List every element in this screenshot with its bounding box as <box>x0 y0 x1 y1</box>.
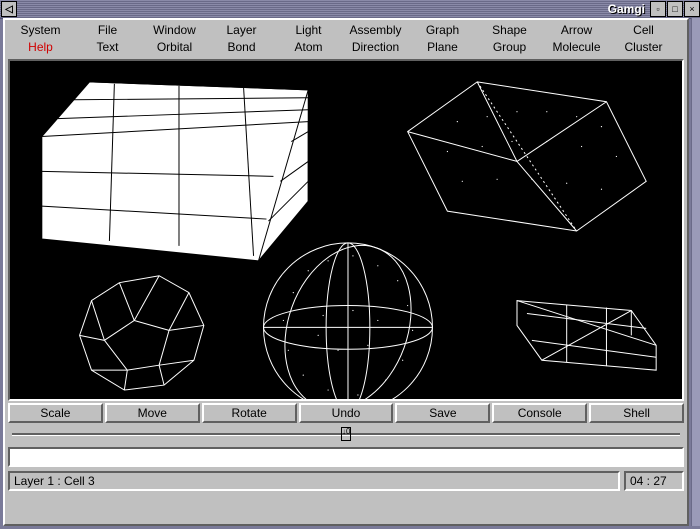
window-titlebar: ◁ Gamgi ▫ □ × <box>0 0 700 19</box>
minimize-button[interactable]: ▫ <box>650 1 666 17</box>
desktop-panel-strip <box>691 18 700 526</box>
command-row <box>8 447 684 467</box>
tool-rotate[interactable]: Rotate <box>202 403 297 423</box>
menu-bar: System File Window Layer Light Assembly … <box>5 20 687 58</box>
menu-atom[interactable]: Atom <box>275 39 342 56</box>
menu-system[interactable]: System <box>7 22 74 39</box>
maximize-button[interactable]: □ <box>667 1 683 17</box>
close-button[interactable]: × <box>684 1 700 17</box>
tool-undo[interactable]: Undo <box>299 403 394 423</box>
window-title: Gamgi <box>608 2 649 16</box>
menu-shape[interactable]: Shape <box>476 22 543 39</box>
desktop: ◁ Gamgi ▫ □ × System File Window Layer L… <box>0 0 700 529</box>
tool-row: Scale Move Rotate Undo Save Console Shel… <box>8 403 684 423</box>
value-slider[interactable]: ↓0 <box>8 425 684 443</box>
main-window: System File Window Layer Light Assembly … <box>3 18 689 526</box>
status-right: 04 : 27 <box>624 471 684 491</box>
tool-console[interactable]: Console <box>492 403 587 423</box>
status-left: Layer 1 : Cell 3 <box>8 471 620 491</box>
shape-cuboid-white <box>42 82 308 261</box>
command-input[interactable] <box>8 447 684 467</box>
menu-text[interactable]: Text <box>74 39 141 56</box>
menu-file[interactable]: File <box>74 22 141 39</box>
menu-cluster[interactable]: Cluster <box>610 39 677 56</box>
tool-save[interactable]: Save <box>395 403 490 423</box>
menu-bond[interactable]: Bond <box>208 39 275 56</box>
menu-graph[interactable]: Graph <box>409 22 476 39</box>
menu-group[interactable]: Group <box>476 39 543 56</box>
menu-assembly[interactable]: Assembly <box>342 22 409 39</box>
window-menu-button[interactable]: ◁ <box>1 1 17 17</box>
menu-layer[interactable]: Layer <box>208 22 275 39</box>
menu-orbital[interactable]: Orbital <box>141 39 208 56</box>
menu-plane[interactable]: Plane <box>409 39 476 56</box>
menu-window[interactable]: Window <box>141 22 208 39</box>
menu-molecule[interactable]: Molecule <box>543 39 610 56</box>
tool-scale[interactable]: Scale <box>8 403 103 423</box>
tool-move[interactable]: Move <box>105 403 200 423</box>
menu-help[interactable]: Help <box>7 39 74 56</box>
menu-direction[interactable]: Direction <box>342 39 409 56</box>
menu-light[interactable]: Light <box>275 22 342 39</box>
viewport-frame <box>8 59 684 401</box>
viewport-3d[interactable] <box>10 61 682 399</box>
slider-handle[interactable]: ↓0 <box>341 427 351 441</box>
menu-arrow[interactable]: Arrow <box>543 22 610 39</box>
status-bar: Layer 1 : Cell 3 04 : 27 <box>8 471 684 491</box>
tool-shell[interactable]: Shell <box>589 403 684 423</box>
menu-cell[interactable]: Cell <box>610 22 677 39</box>
